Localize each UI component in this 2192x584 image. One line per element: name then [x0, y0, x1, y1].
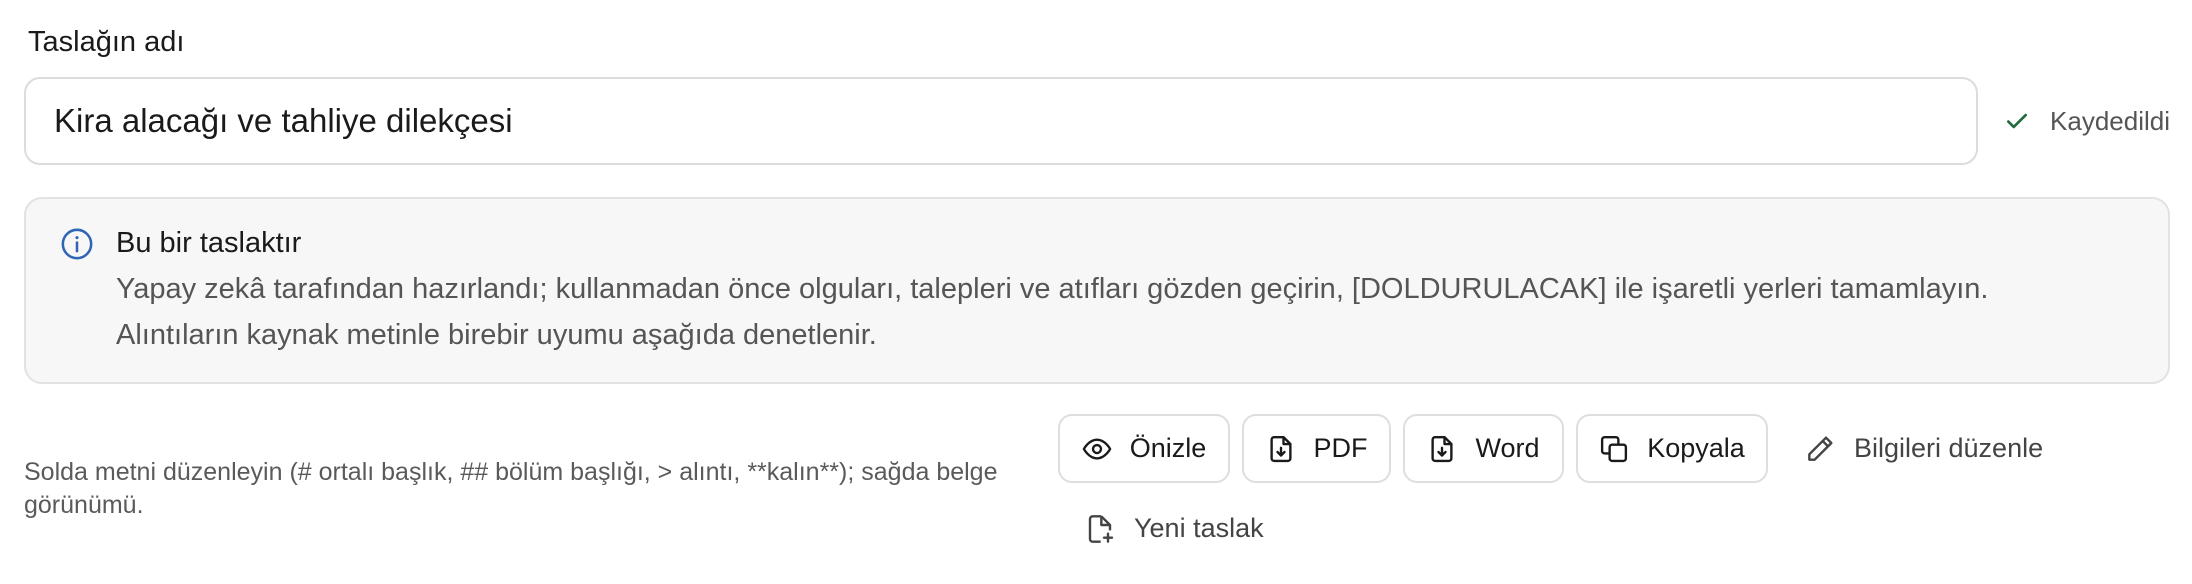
title-field-label: Taslağın adı [28, 26, 185, 58]
word-button-label: Word [1475, 433, 1540, 463]
pdf-download-button[interactable]: PDF [1242, 414, 1391, 483]
preview-button-label: Önizle [1129, 433, 1207, 463]
edit-info-button[interactable]: Bilgileri düzenle [1804, 414, 2043, 483]
copy-button[interactable]: Kopyala [1576, 414, 1768, 483]
notice-title: Bu bir taslaktır [116, 227, 302, 259]
draft-notice: Bu bir taslaktır Yapay zekâ tarafından h… [24, 197, 2170, 384]
word-download-button[interactable]: Word [1403, 414, 1564, 483]
file-download-icon [1431, 435, 1454, 462]
new-draft-button[interactable]: Yeni taslak [1084, 494, 1264, 563]
copy-icon [1601, 435, 1628, 462]
info-icon [61, 228, 93, 260]
title-row: Kaydedildi [24, 77, 2170, 165]
notice-text-line-2: Alıntıların kaynak metinle birebir uyumu… [116, 319, 877, 351]
file-download-icon [1269, 435, 1292, 462]
copy-button-label: Kopyala [1647, 433, 1745, 463]
edit-info-button-label: Bilgileri düzenle [1854, 433, 2044, 463]
pdf-button-label: PDF [1313, 433, 1368, 463]
editor-hint: Solda metni düzenleyin (# ortalı başlık,… [24, 458, 998, 519]
pencil-icon [1808, 435, 1833, 461]
draft-title-input[interactable] [24, 77, 1979, 165]
new-draft-button-label: Yeni taslak [1134, 513, 1264, 543]
eye-icon [1082, 437, 1112, 460]
save-status: Kaydedildi [2004, 106, 2170, 137]
save-status-text: Kaydedildi [2050, 105, 2170, 136]
notice-text-line-1: Yapay zekâ tarafından hazırlandı; kullan… [116, 273, 1989, 305]
file-plus-icon [1088, 514, 1114, 543]
draft-editor-header: Taslağın adı Kaydedildi Bu bir taslaktır… [0, 0, 2192, 584]
check-icon [2007, 113, 2027, 129]
preview-button[interactable]: Önizle [1058, 414, 1230, 483]
